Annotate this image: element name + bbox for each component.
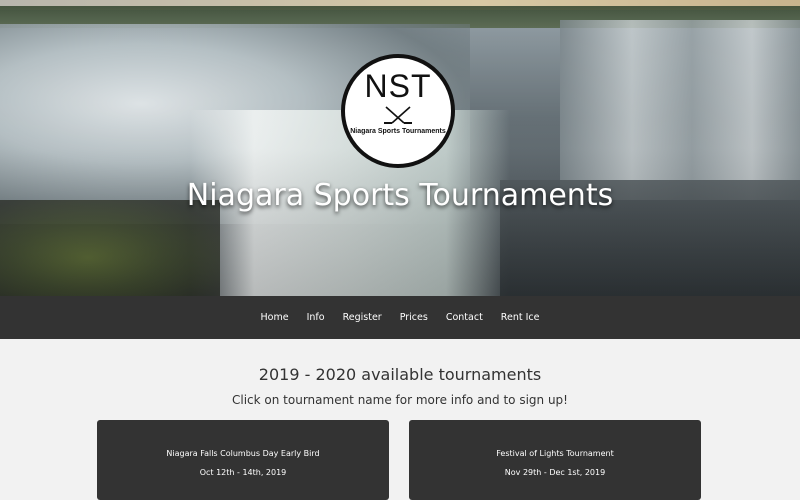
tournament-dates: Nov 29th - Dec 1st, 2019 <box>504 468 606 477</box>
tournament-cards: Niagara Falls Columbus Day Early Bird Oc… <box>0 420 800 500</box>
tournament-card[interactable]: Festival of Lights Tournament Nov 29th -… <box>409 420 701 500</box>
tournament-name[interactable]: Niagara Falls Columbus Day Early Bird <box>97 449 389 458</box>
hockey-sticks-icon <box>384 106 412 124</box>
logo-subtitle: Niagara Sports Tournaments <box>350 128 446 135</box>
nav-info[interactable]: Info <box>298 312 334 323</box>
nav-rent-ice[interactable]: Rent Ice <box>492 312 549 323</box>
hero-title: Niagara Sports Tournaments <box>186 178 614 213</box>
nav-prices[interactable]: Prices <box>391 312 437 323</box>
nav-contact[interactable]: Contact <box>437 312 492 323</box>
tournament-card[interactable]: Niagara Falls Columbus Day Early Bird Oc… <box>97 420 389 500</box>
main-content: 2019 - 2020 available tournaments Click … <box>0 365 800 407</box>
hero-banner: NST Niagara Sports Tournaments Niagara S… <box>0 0 800 296</box>
tournaments-heading: 2019 - 2020 available tournaments <box>258 365 542 384</box>
tournaments-subheading: Click on tournament name for more info a… <box>232 393 568 407</box>
tournament-dates: Oct 12th - 14th, 2019 <box>199 468 287 477</box>
main-nav: Home Info Register Prices Contact Rent I… <box>0 296 800 339</box>
logo-letters: NST <box>364 68 432 104</box>
nav-home[interactable]: Home <box>252 312 298 323</box>
nav-register[interactable]: Register <box>334 312 391 323</box>
site-logo[interactable]: NST Niagara Sports Tournaments <box>341 54 455 168</box>
tournament-name[interactable]: Festival of Lights Tournament <box>409 449 701 458</box>
